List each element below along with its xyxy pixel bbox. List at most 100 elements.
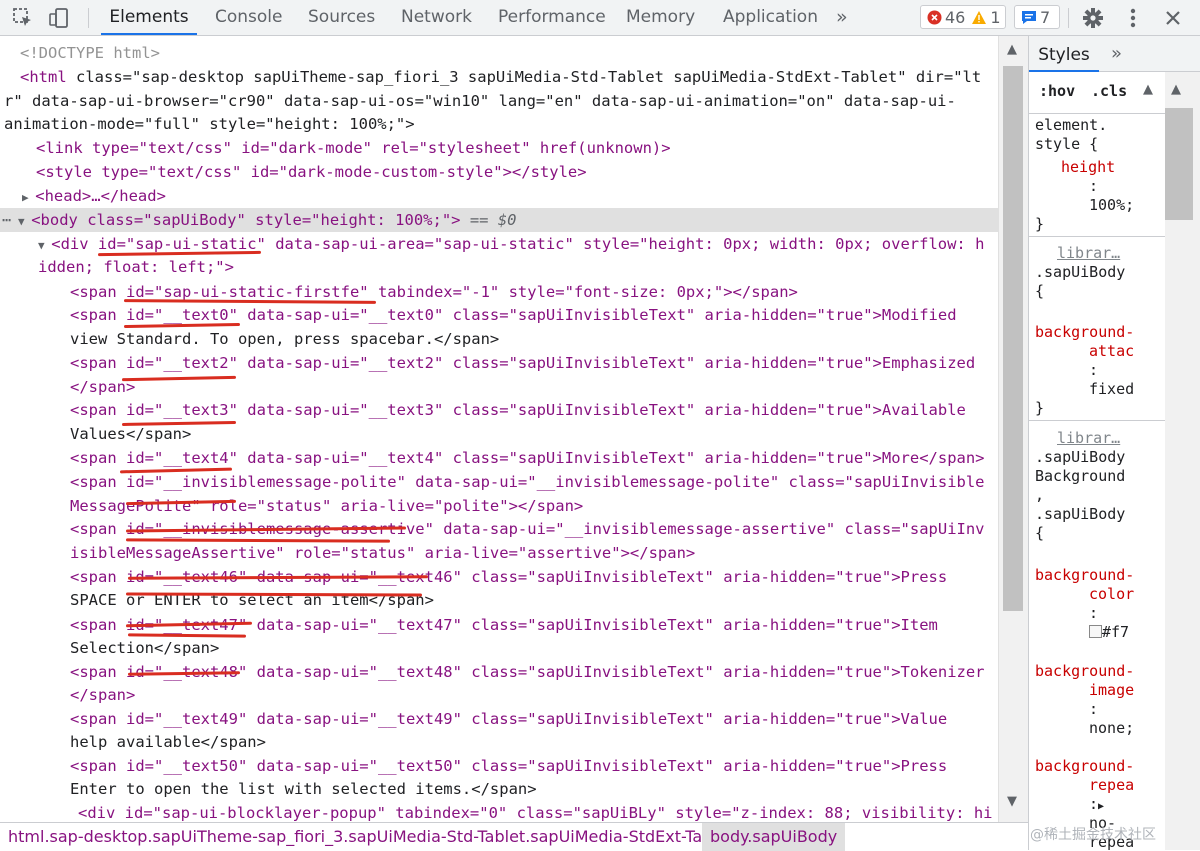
link-node[interactable]: <link type="text/css" id="dark-mode" rel…	[36, 136, 671, 160]
style-colon: :	[1089, 177, 1099, 195]
watermark: @稀土掘金技术社区	[1030, 827, 1156, 843]
body-node-label: <body class="sapUiBody" style="height: 1…	[31, 211, 461, 229]
console-ref: == $0	[469, 211, 517, 229]
tab-sources[interactable]: Sources	[308, 0, 375, 35]
rule-selector: element.	[1035, 116, 1108, 134]
style-property[interactable]: height	[1061, 158, 1115, 177]
style-node[interactable]: <style type="text/css" id="dark-mode-cus…	[36, 160, 587, 184]
scroll-up-icon[interactable]: ▲	[1143, 82, 1153, 97]
dom-node-line[interactable]: <div id="sap-ui-blocklayer-popup" tabind…	[78, 801, 993, 822]
html-node-wrap: r" data-sap-ui-browser="cr90" data-sap-u…	[4, 92, 956, 110]
dom-node-line: </span>	[70, 686, 136, 704]
rule-brace: }	[1035, 399, 1045, 417]
annotation-underline	[121, 375, 237, 382]
body-node[interactable]: ⋯ ▼ <body class="sapUiBody" style="heigh…	[2, 208, 517, 232]
collapse-triangle-icon[interactable]: ▼	[11, 215, 31, 228]
tab-performance[interactable]: Performance	[498, 0, 606, 35]
toolbar-divider	[1068, 8, 1069, 28]
expand-triangle-icon[interactable]: ▶	[22, 191, 35, 204]
elements-scrollbar[interactable]: ▲ ▼	[998, 36, 1028, 822]
device-toggle-icon[interactable]	[46, 0, 72, 35]
tab-network[interactable]: Network	[401, 0, 472, 35]
gear-icon[interactable]	[1080, 0, 1106, 35]
error-icon	[927, 10, 942, 25]
more-tabs-button[interactable]: »	[836, 0, 848, 35]
head-node[interactable]: ▶ <head>…</head>	[22, 184, 166, 208]
collapse-triangle-icon[interactable]: ▼	[38, 239, 51, 252]
styles-more-tabs-button[interactable]: »	[1111, 36, 1122, 72]
doctype-node[interactable]: <!DOCTYPE html>	[20, 41, 160, 65]
style-property[interactable]: background-	[1035, 662, 1134, 681]
style-value[interactable]: fixed	[1089, 380, 1134, 399]
expand-triangle-icon[interactable]: ▶	[1098, 801, 1104, 812]
styles-pane: Styles » :hov .cls ▲ ▲ element. style { …	[1028, 36, 1200, 850]
style-property[interactable]: background-	[1035, 323, 1134, 342]
dom-node-line: view Standard. To open, press spacebar.<…	[70, 330, 500, 348]
style-value[interactable]: 100%;	[1089, 196, 1134, 215]
style-value[interactable]: #f7	[1089, 623, 1129, 642]
inspect-icon[interactable]	[10, 0, 36, 35]
dom-node-line: isibleMessageAssertive" role="status" ar…	[70, 544, 696, 562]
dom-node-line[interactable]: <span id="__text2" data-sap-ui="__text2"…	[70, 351, 975, 375]
styles-header: Styles »	[1029, 36, 1200, 72]
breadcrumb: html.sap-desktop.sapUiTheme-sap_fiori_3.…	[0, 822, 1028, 851]
close-icon[interactable]	[1160, 0, 1186, 35]
rule-divider	[1029, 113, 1165, 114]
rule-divider	[1029, 420, 1165, 421]
kebab-menu-icon[interactable]	[1120, 0, 1146, 35]
tab-console[interactable]: Console	[215, 0, 283, 35]
rule-selector: ,	[1035, 486, 1045, 504]
elements-scroll-thumb[interactable]	[1003, 66, 1023, 611]
messages-counter[interactable]: 7	[1014, 5, 1060, 29]
styles-scroll-thumb[interactable]	[1165, 108, 1193, 220]
tab-elements[interactable]: Elements	[101, 0, 197, 35]
ellipsis-icon[interactable]: ⋯	[2, 211, 11, 229]
static-div-label: <div id="sap-ui-static" data-sap-ui-area…	[51, 235, 985, 253]
tab-application[interactable]: Application	[723, 0, 818, 35]
static-div-wrap: idden; float: left;">	[38, 258, 234, 276]
style-property[interactable]: image	[1089, 681, 1134, 700]
style-property[interactable]: background-	[1035, 566, 1134, 585]
rule-divider	[1029, 236, 1165, 237]
styles-scrollbar[interactable]: ▲ ▲	[1143, 72, 1200, 850]
tab-styles[interactable]: Styles	[1029, 36, 1099, 72]
html-attrs: class="sap-desktop sapUiTheme-sap_fiori_…	[76, 68, 982, 86]
style-property[interactable]: attac	[1089, 342, 1134, 361]
style-colon: :▶	[1089, 795, 1105, 813]
dom-node-line: SPACE or ENTER to select an item</span>	[70, 591, 434, 609]
elements-tree[interactable]: <!DOCTYPE html> <html class="sap-desktop…	[0, 36, 998, 822]
color-swatch-icon[interactable]	[1089, 625, 1102, 638]
dom-node-line: help available</span>	[70, 733, 266, 751]
dom-node-line[interactable]: <span id="__text3" data-sap-ui="__text3"…	[70, 398, 966, 422]
rule-selector: .sapUiBody	[1035, 448, 1126, 466]
scroll-up-icon[interactable]: ▲	[1007, 42, 1017, 57]
rule-selector: .sapUiBody	[1035, 505, 1126, 523]
scroll-down-icon[interactable]: ▼	[1007, 794, 1017, 809]
dom-node-line[interactable]: <span id="__text50" data-sap-ui="__text5…	[70, 754, 947, 778]
message-count: 7	[1040, 7, 1051, 27]
style-property[interactable]: background-	[1035, 757, 1134, 776]
hov-toggle[interactable]: :hov	[1039, 82, 1075, 100]
message-icon	[1021, 10, 1037, 25]
rule-selector: .sapUiBody	[1035, 263, 1126, 281]
dom-node-line[interactable]: <span id="__text4" data-sap-ui="__text4"…	[70, 446, 985, 470]
breadcrumb-body[interactable]: body.sapUiBody	[702, 823, 846, 851]
html-node[interactable]: <html class="sap-desktop sapUiTheme-sap_…	[20, 65, 981, 89]
rule-brace: {	[1035, 282, 1045, 300]
rule-source-link[interactable]: librar…	[1057, 429, 1120, 448]
issues-counter[interactable]: 46 1	[920, 5, 1006, 29]
scroll-up-icon[interactable]: ▲	[1171, 82, 1181, 97]
style-property[interactable]: repea	[1089, 776, 1134, 795]
rule-selector: Background	[1035, 467, 1126, 485]
tab-memory[interactable]: Memory	[626, 0, 695, 35]
breadcrumb-html[interactable]: html.sap-desktop.sapUiTheme-sap_fiori_3.…	[0, 823, 741, 851]
rule-source-link[interactable]: librar…	[1057, 244, 1120, 263]
dom-node-line: Selection</span>	[70, 639, 220, 657]
dom-node-line[interactable]: <span id="__text49" data-sap-ui="__text4…	[70, 707, 947, 731]
style-property[interactable]: color	[1089, 585, 1134, 604]
style-value[interactable]: none;	[1089, 719, 1134, 738]
cls-toggle[interactable]: .cls	[1091, 82, 1127, 100]
dom-node-line[interactable]: <span id="__invisiblemessage-polite" dat…	[70, 470, 985, 494]
style-colon: :	[1089, 361, 1099, 379]
style-colon: :	[1089, 604, 1099, 622]
